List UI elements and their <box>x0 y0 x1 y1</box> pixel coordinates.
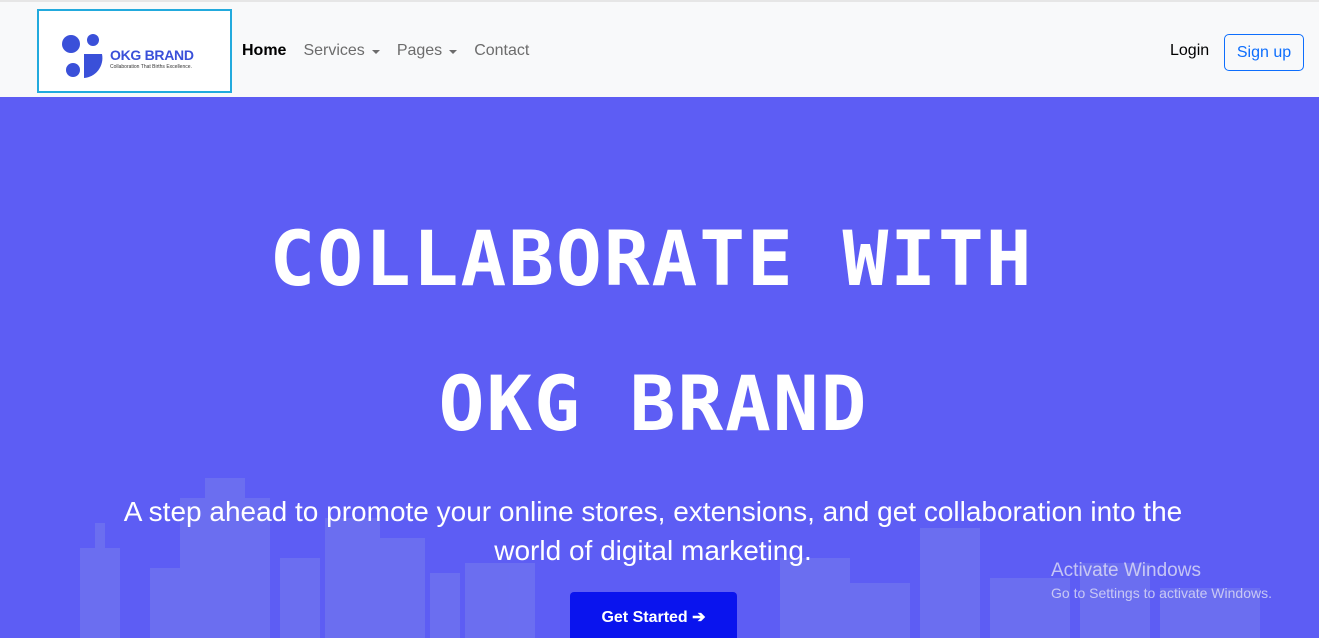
main-nav: Home Services Pages Contact <box>242 42 546 60</box>
caret-down-icon <box>449 50 458 54</box>
caret-down-icon <box>371 50 380 54</box>
nav-item-label: Pages <box>396 42 443 59</box>
nav-item-label: Contact <box>474 42 530 59</box>
hero-subtext: A step ahead to promote your online stor… <box>123 496 1183 566</box>
brand-logo-icon <box>62 34 103 78</box>
nav-item-contact[interactable]: Contact <box>474 42 529 60</box>
brand-tagline: Collaboration That Births Excellence. <box>110 64 192 70</box>
hero-headline-line1: COLLABORATE WITH <box>269 214 1034 303</box>
brand-name: OKG BRAND <box>110 47 194 63</box>
nav-item-label: Home <box>242 42 287 59</box>
hero-section: COLLABORATE WITH OKG BRAND A step ahead … <box>0 97 1319 638</box>
activate-windows-watermark: Activate Windows Go to Settings to activ… <box>1051 560 1272 601</box>
navbar: OKG BRAND Collaboration That Births Exce… <box>0 0 1319 97</box>
hero-headline-line2: OKG BRAND <box>438 359 869 448</box>
get-started-button[interactable]: Get Started ➔ <box>570 592 737 638</box>
login-link[interactable]: Login <box>1170 42 1209 60</box>
nav-item-services[interactable]: Services <box>303 42 380 60</box>
brand-logo[interactable]: OKG BRAND Collaboration That Births Exce… <box>37 9 232 93</box>
watermark-title: Activate Windows <box>1051 560 1201 581</box>
nav-item-label: Services <box>303 42 365 59</box>
signup-button[interactable]: Sign up <box>1224 34 1304 71</box>
watermark-subtitle: Go to Settings to activate Windows. <box>1051 585 1272 601</box>
nav-item-pages[interactable]: Pages <box>396 42 458 60</box>
nav-item-home[interactable]: Home <box>242 42 286 60</box>
